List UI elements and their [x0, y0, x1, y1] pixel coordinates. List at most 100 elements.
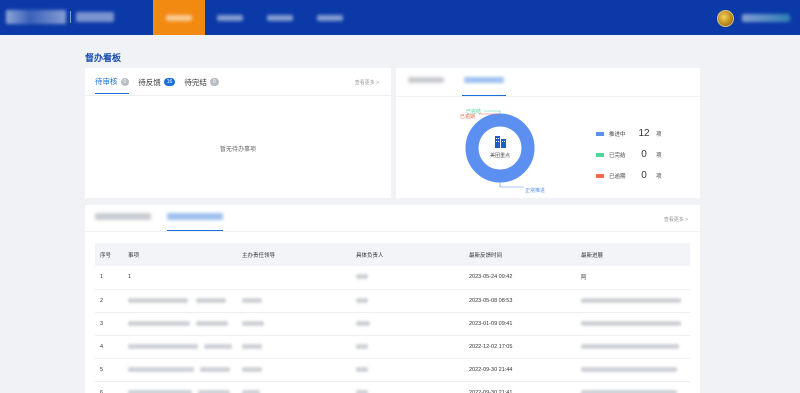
divider	[85, 95, 391, 96]
chart-tab-2[interactable]	[464, 77, 504, 83]
cell-owner	[351, 266, 464, 290]
table-row[interactable]: 6 2022-09-30 21:41	[95, 381, 690, 393]
count-badge: 16	[163, 78, 176, 86]
table-row[interactable]: 2 2023-05-08 08:53	[95, 289, 690, 313]
logo[interactable]	[6, 10, 66, 24]
cell-no: 3	[95, 312, 123, 336]
main-nav	[153, 0, 355, 35]
nav-item-3[interactable]	[255, 0, 305, 35]
tab-pending-review[interactable]: 待审核 0	[95, 76, 130, 94]
legend-swatch	[596, 173, 604, 178]
cell-no: 4	[95, 335, 123, 359]
cell-time: 2022-09-30 21:44	[464, 358, 576, 382]
legend-unit: 项	[656, 152, 662, 159]
table-row[interactable]: 5 2022-09-30 21:44	[95, 358, 690, 382]
cell-owner	[351, 381, 464, 393]
legend-label: 已完结	[609, 152, 626, 159]
legend-unit: 项	[656, 173, 662, 180]
cell-progress	[576, 312, 690, 336]
cell-no: 6	[95, 381, 123, 393]
tab-pending-feedback[interactable]: 待反馈 16	[138, 76, 176, 94]
legend-swatch	[596, 131, 604, 136]
tab-label: 待反馈	[138, 77, 161, 87]
legend-value: 0	[641, 170, 647, 181]
tab-label: 待审核	[95, 77, 118, 86]
cell-item[interactable]	[123, 289, 237, 313]
table-header-row: 序号 事项 主办责任领导 具体负责人 最新反馈时间 最新进展	[95, 243, 690, 266]
callout-line-normal	[499, 182, 524, 188]
cell-leader	[237, 289, 351, 313]
nav-item-4[interactable]	[305, 0, 355, 35]
col-header: 最新进展	[576, 243, 690, 266]
cell-no: 1	[95, 266, 123, 290]
col-header: 主办责任领导	[237, 243, 351, 266]
cell-item[interactable]	[123, 358, 237, 382]
table-tab-2[interactable]	[167, 213, 223, 220]
legend-item-in-progress[interactable]: 推进中 12 项	[596, 123, 662, 144]
divider	[85, 231, 700, 232]
top-navbar	[0, 0, 800, 35]
callout-normal: 正常推进	[525, 187, 545, 194]
status-chart-card: 已完结 已逾期 正常推进 美团重点 推进中 12 项 已完结 0 项 已逾期 0…	[396, 68, 700, 198]
cell-item[interactable]: 1	[123, 266, 237, 290]
col-header: 事项	[123, 243, 237, 266]
cell-leader	[237, 266, 351, 290]
legend-value: 0	[641, 149, 647, 160]
page-title: 督办看板	[85, 53, 122, 63]
chart-legend: 推进中 12 项 已完结 0 项 已逾期 0 项	[596, 123, 662, 186]
count-badge: 0	[209, 78, 219, 86]
cell-leader	[237, 381, 351, 393]
table-row[interactable]: 3 2023-01-09 09:41	[95, 312, 690, 336]
cell-owner	[351, 358, 464, 382]
building-icon	[495, 136, 506, 148]
cell-item[interactable]	[123, 312, 237, 336]
task-tabs: 待审核 0 待反馈 16 待完结 0	[95, 76, 219, 94]
divider	[396, 96, 700, 97]
legend-value: 12	[638, 128, 650, 139]
cell-item[interactable]	[123, 381, 237, 393]
tab-label: 待完结	[184, 77, 207, 87]
tab-pending-close[interactable]: 待完结 0	[184, 76, 219, 94]
col-header: 最新反馈时间	[464, 243, 576, 266]
table-tab-1[interactable]	[95, 213, 151, 220]
legend-item-done[interactable]: 已完结 0 项	[596, 144, 662, 165]
cell-time: 2023-05-24 09:42	[464, 266, 576, 290]
chart-tab-1[interactable]	[408, 77, 444, 83]
legend-unit: 项	[656, 131, 662, 138]
username[interactable]	[742, 14, 790, 22]
cell-owner	[351, 312, 464, 336]
logo-divider	[70, 11, 71, 23]
table-row[interactable]: 1 1 2023-05-24 09:42 阿	[95, 266, 690, 290]
callout-line-done	[484, 110, 501, 114]
legend-label: 已逾期	[609, 173, 626, 180]
cell-leader	[237, 312, 351, 336]
cell-time: 2023-05-08 08:53	[464, 289, 576, 313]
cell-progress: 阿	[576, 266, 690, 290]
avatar[interactable]	[717, 9, 734, 27]
matters-table-card: 查看更多 > 序号 事项 主办责任领导 具体负责人 最新反馈时间 最新进展 1 …	[85, 205, 700, 393]
legend-swatch	[596, 152, 604, 157]
view-more-link[interactable]: 查看更多 >	[355, 79, 379, 86]
tasks-card: 待审核 0 待反馈 16 待完结 0 查看更多 > 暂无待办事项	[85, 68, 391, 198]
view-more-link[interactable]: 查看更多 >	[664, 216, 688, 223]
count-badge: 0	[120, 77, 130, 86]
donut-center-label: 美团重点	[490, 152, 510, 159]
nav-item-2[interactable]	[205, 0, 255, 35]
system-name	[76, 12, 114, 22]
col-header: 序号	[95, 243, 123, 266]
nav-item-dashboard[interactable]	[153, 0, 205, 35]
cell-item[interactable]	[123, 335, 237, 359]
user-menu[interactable]	[717, 9, 790, 27]
cell-progress	[576, 381, 690, 393]
cell-owner	[351, 335, 464, 359]
donut-chart: 已完结 已逾期 正常推进 美团重点	[460, 108, 545, 194]
cell-leader	[237, 358, 351, 382]
legend-item-overdue[interactable]: 已逾期 0 项	[596, 165, 662, 186]
empty-state-text: 暂无待办事项	[219, 147, 256, 153]
legend-label: 推进中	[609, 131, 626, 138]
table-row[interactable]: 4 2022-12-02 17:05	[95, 335, 690, 359]
cell-time: 2022-12-02 17:05	[464, 335, 576, 359]
cell-time: 2022-09-30 21:41	[464, 381, 576, 393]
matters-table: 序号 事项 主办责任领导 具体负责人 最新反馈时间 最新进展 1 1 2023-…	[95, 243, 690, 393]
col-header: 具体负责人	[351, 243, 464, 266]
